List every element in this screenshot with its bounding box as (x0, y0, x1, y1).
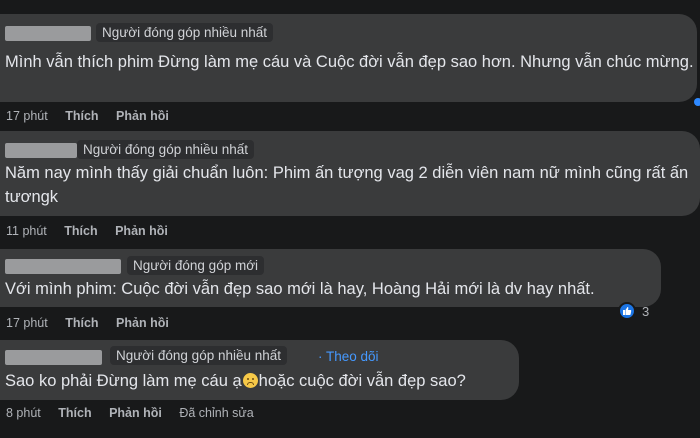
contributor-badge: Người đóng góp nhiều nhất (110, 346, 288, 365)
sad-face-emoji-icon (242, 373, 258, 388)
comment-time[interactable]: 8 phút (6, 406, 41, 420)
like-button[interactable]: Thích (64, 224, 97, 238)
commenter-name-redacted[interactable] (5, 26, 91, 41)
commenter-name-redacted[interactable] (5, 259, 121, 274)
contributor-badge: Người đóng góp nhiều nhất (96, 23, 274, 42)
reply-button[interactable]: Phản hồi (115, 224, 168, 238)
notification-dot (694, 98, 700, 106)
like-icon (618, 302, 636, 320)
comment-bubble: Người đóng góp nhiều nhất Mình vẫn thích… (0, 14, 697, 102)
contributor-badge: Người đóng góp mới (127, 256, 265, 275)
comment-actions: 17 phút Thích Phản hồi (6, 316, 183, 330)
reaction-summary[interactable]: 3 (618, 302, 649, 320)
contributor-badge: Người đóng góp nhiều nhất (77, 140, 255, 159)
follow-label[interactable]: Theo dõi (326, 349, 379, 364)
comment-text: Năm nay mình thấy giải chuẩn luôn: Phim … (5, 164, 689, 206)
reply-button[interactable]: Phản hồi (116, 316, 169, 330)
reaction-count: 3 (642, 303, 650, 319)
comment-text: Sao ko phải Đừng làm mẹ cáu ạ hoặc cuộc đ… (5, 369, 515, 393)
like-button[interactable]: Thích (58, 406, 91, 420)
comment-bubble: Người đóng góp nhiều nhất Năm nay mình t… (0, 131, 700, 216)
comment-text: Mình vẫn thích phim Đừng làm mẹ cáu và C… (5, 53, 694, 71)
comment-actions: 8 phút Thích Phản hồi Đã chỉnh sửa (6, 406, 268, 420)
edited-label: Đã chỉnh sửa (179, 406, 254, 420)
comment-text: Với mình phim: Cuộc đời vẫn đẹp sao mới … (5, 280, 595, 298)
commenter-name-redacted[interactable] (5, 350, 102, 365)
follow-link[interactable]: · Theo dõi (318, 349, 379, 364)
comment-time[interactable]: 17 phút (6, 316, 48, 330)
comment-text-part: Sao ko phải Đừng làm mẹ cáu ạ (5, 372, 242, 390)
reply-button[interactable]: Phản hồi (109, 406, 162, 420)
reply-button[interactable]: Phản hồi (116, 109, 169, 123)
like-button[interactable]: Thích (65, 109, 98, 123)
comment-actions: 17 phút Thích Phản hồi (6, 109, 183, 123)
comment-bubble: Người đóng góp nhiều nhất · Theo dõi Sao… (0, 340, 519, 400)
commenter-name-redacted[interactable] (5, 143, 77, 158)
comment-text-part: hoặc cuộc đời vẫn đẹp sao? (258, 372, 466, 390)
like-button[interactable]: Thích (65, 316, 98, 330)
comment-bubble: Người đóng góp mới Với mình phim: Cuộc đ… (0, 249, 661, 307)
comment-time[interactable]: 17 phút (6, 109, 48, 123)
comment-time[interactable]: 11 phút (6, 224, 47, 238)
comment-actions: 11 phút Thích Phản hồi (6, 224, 182, 238)
